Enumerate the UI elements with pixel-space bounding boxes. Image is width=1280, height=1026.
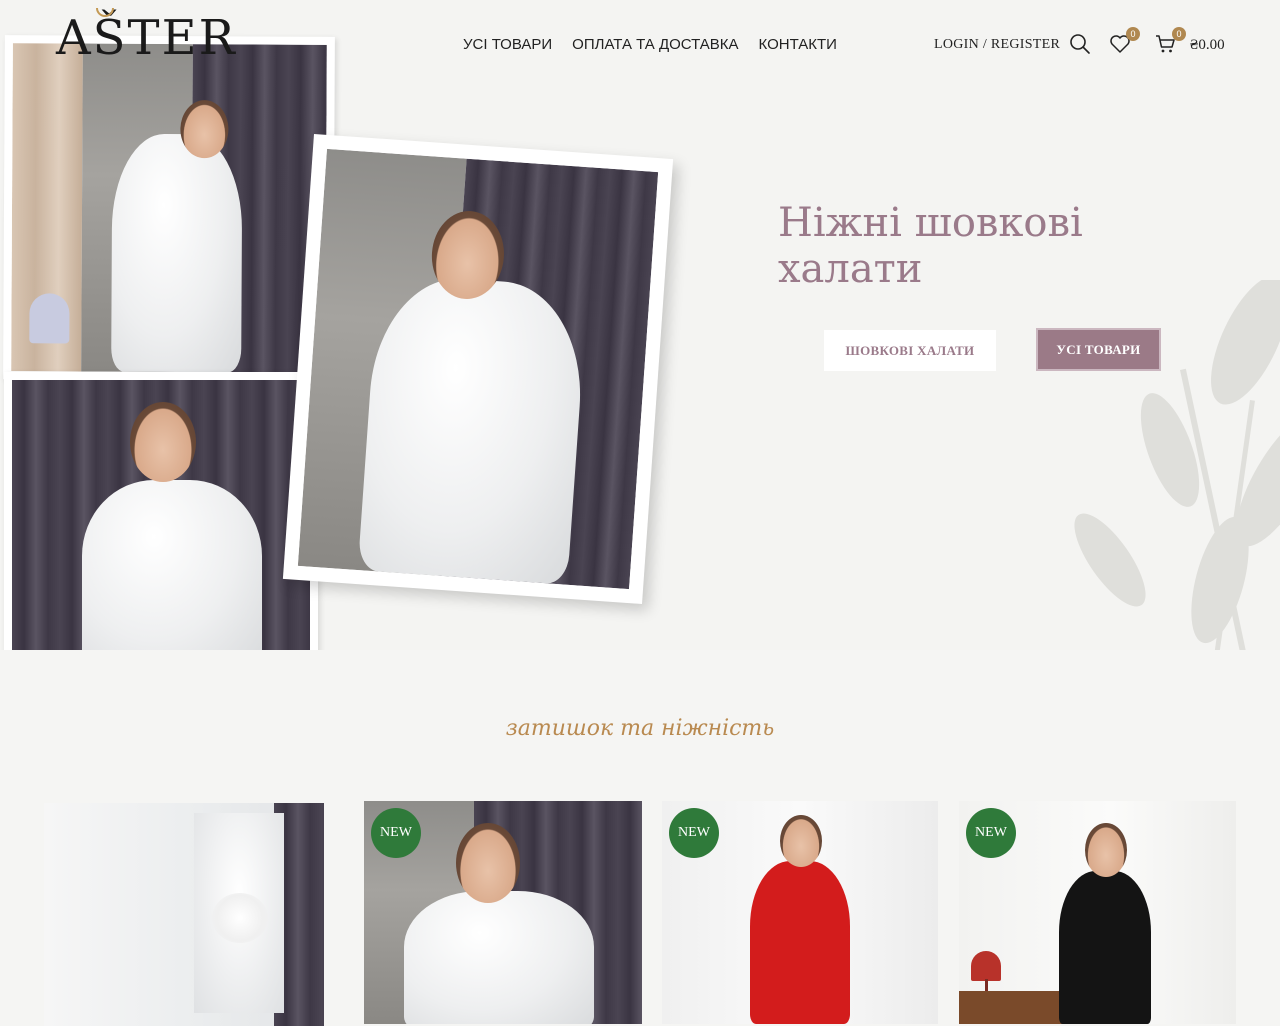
- hero-title: Ніжні шовкові халати: [778, 200, 1083, 292]
- all-products-button[interactable]: УСІ ТОВАРИ: [1036, 328, 1161, 371]
- product-card[interactable]: NEW: [959, 801, 1236, 1024]
- cart-button[interactable]: 0: [1154, 27, 1186, 56]
- product-card[interactable]: [44, 803, 324, 1026]
- new-badge: NEW: [966, 808, 1016, 858]
- hero-photo-2: [4, 372, 318, 650]
- nav-item-contacts[interactable]: КОНТАКТИ: [759, 36, 837, 53]
- new-badge: NEW: [669, 808, 719, 858]
- cart-total[interactable]: ₴0.00: [1190, 37, 1225, 54]
- hero-photo-3: [282, 133, 674, 605]
- site-header: AŠTER УСІ ТОВАРИ ОПЛАТА ТА ДОСТАВКА КОНТ…: [0, 0, 1280, 90]
- cart-count-badge: 0: [1172, 27, 1186, 41]
- wishlist-button[interactable]: 0: [1108, 27, 1140, 56]
- nav-item-all-products[interactable]: УСІ ТОВАРИ: [463, 36, 552, 53]
- brand-logo[interactable]: AŠTER: [56, 8, 237, 62]
- search-icon: [1070, 34, 1090, 54]
- nav-item-payment-delivery[interactable]: ОПЛАТА ТА ДОСТАВКА: [572, 36, 738, 53]
- silk-robes-button[interactable]: ШОВКОВІ ХАЛАТИ: [824, 330, 996, 371]
- new-badge: NEW: [371, 808, 421, 858]
- search-button[interactable]: [1068, 32, 1092, 56]
- product-card[interactable]: NEW: [662, 801, 938, 1024]
- product-card[interactable]: NEW: [364, 801, 642, 1024]
- logo-text: AŠTER: [56, 10, 237, 66]
- login-register-link[interactable]: LOGIN / REGISTER: [934, 37, 1060, 53]
- hero-banner: AŠTER УСІ ТОВАРИ ОПЛАТА ТА ДОСТАВКА КОНТ…: [0, 0, 1280, 650]
- section-title: затишок та ніжність: [505, 716, 775, 741]
- main-nav: УСІ ТОВАРИ ОПЛАТА ТА ДОСТАВКА КОНТАКТИ: [463, 36, 837, 53]
- wishlist-count-badge: 0: [1126, 27, 1140, 41]
